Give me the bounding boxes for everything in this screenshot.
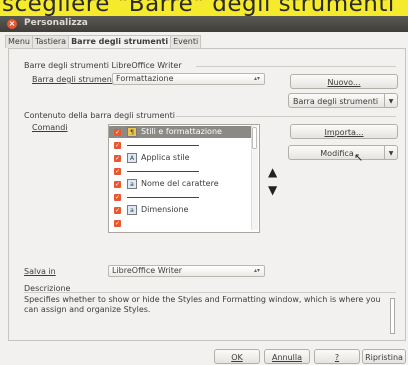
checkbox-checked-icon[interactable]: ✓ xyxy=(114,194,121,201)
list-item[interactable]: ✓ a Dimensione xyxy=(109,204,252,216)
font-size-icon: a xyxy=(127,205,137,215)
banner-text: scegliere "Barre" degli strumenti xyxy=(2,0,395,16)
spin-arrows-icon: ▴▾ xyxy=(253,267,260,274)
list-item-label: Applica stile xyxy=(141,153,190,162)
apply-style-icon: A xyxy=(127,153,137,163)
list-item-separator[interactable]: ✓ xyxy=(109,139,252,151)
checkbox-checked-icon[interactable]: ✓ xyxy=(114,142,121,149)
list-item-label: Nome del carattere xyxy=(141,179,219,188)
tab-events[interactable]: Eventi xyxy=(170,35,202,48)
list-item[interactable]: ✓ ¶ Stili e formattazione xyxy=(109,126,252,138)
tutorial-caption-banner: scegliere "Barre" degli strumenti xyxy=(0,0,408,16)
new-button[interactable]: Nuovo... xyxy=(290,74,398,89)
toolbar-select-value: Formattazione xyxy=(116,74,174,83)
mouse-pointer-icon: ↖ xyxy=(354,151,364,164)
chevron-down-icon: ▼ xyxy=(384,146,397,159)
save-in-select[interactable]: LibreOffice Writer ▴▾ xyxy=(108,265,265,277)
divider xyxy=(176,116,396,117)
spin-arrows-icon: ▴▾ xyxy=(253,75,260,82)
tab-strip: Menu Tastiera Barre degli strumenti Eventi xyxy=(5,35,202,48)
modify-button[interactable]: Modifica ▼ xyxy=(288,145,398,160)
list-item[interactable]: ✓ A Applica stile xyxy=(109,152,252,164)
move-down-icon[interactable]: ▼ xyxy=(268,184,280,196)
commands-label: Comandi xyxy=(32,123,68,132)
checkbox-checked-icon[interactable]: ✓ xyxy=(114,207,121,214)
list-item[interactable]: ✓ a Nome del carattere xyxy=(109,178,252,190)
help-button-label: ? xyxy=(334,353,340,362)
ok-button[interactable]: OK xyxy=(214,349,260,364)
toolbar-menu-label: Barra degli strumenti xyxy=(293,97,379,106)
commands-scrollbar[interactable] xyxy=(251,125,258,230)
separator-line xyxy=(127,171,199,172)
reset-button-label: Ripristina xyxy=(365,353,403,362)
import-button[interactable]: Importa... xyxy=(290,124,398,139)
ok-button-label: OK xyxy=(231,353,243,362)
help-button[interactable]: ? xyxy=(314,349,360,364)
list-item-separator[interactable]: ✓ xyxy=(109,165,252,177)
list-item-separator[interactable]: ✓ xyxy=(109,217,252,229)
list-item-label: Dimensione xyxy=(141,205,189,214)
commands-list[interactable]: ✓ ¶ Stili e formattazione ✓ ✓ A Applica … xyxy=(108,124,260,233)
checkbox-checked-icon[interactable]: ✓ xyxy=(114,181,121,188)
toolbar-label: Barra degli strumenti xyxy=(32,75,118,84)
chevron-down-icon: ▼ xyxy=(384,94,397,107)
reset-button[interactable]: Ripristina xyxy=(362,349,406,364)
list-item-separator[interactable]: ✓ xyxy=(109,191,252,203)
import-button-label: Importa... xyxy=(324,128,364,137)
toolbar-menu-button[interactable]: Barra degli strumenti ▼ xyxy=(288,93,398,108)
cancel-button-label: Annulla xyxy=(271,353,303,362)
checkbox-checked-icon[interactable]: ✓ xyxy=(114,155,121,162)
font-name-icon: a xyxy=(127,179,137,189)
modify-button-label: Modifica xyxy=(320,149,354,158)
window-title: Personalizza xyxy=(24,18,88,28)
move-up-icon[interactable]: ▲ xyxy=(268,166,280,178)
scrollbar-thumb[interactable] xyxy=(252,127,257,149)
checkbox-checked-icon[interactable]: ✓ xyxy=(114,129,121,136)
content-section-title: Contenuto della barra degli strumenti xyxy=(24,111,175,120)
new-button-label: Nuovo... xyxy=(327,78,361,87)
description-text: Specifies whether to show or hide the St… xyxy=(24,295,381,314)
cancel-button[interactable]: Annulla xyxy=(264,349,310,364)
tab-keyboard[interactable]: Tastiera xyxy=(31,35,70,48)
list-item-label: Stili e formattazione xyxy=(141,127,222,136)
tab-toolbars[interactable]: Barre degli strumenti xyxy=(68,35,172,48)
save-in-label: Salva in xyxy=(24,267,56,276)
divider xyxy=(196,66,396,67)
toolbar-select[interactable]: Formattazione ▴▾ xyxy=(112,73,265,85)
checkbox-checked-icon[interactable]: ✓ xyxy=(114,220,121,227)
close-icon[interactable]: × xyxy=(7,19,17,29)
divider xyxy=(24,292,396,293)
checkbox-checked-icon[interactable]: ✓ xyxy=(114,168,121,175)
tab-menu[interactable]: Menu xyxy=(5,35,33,48)
toolbars-section-title: Barre degli strumenti LibreOffice Writer xyxy=(24,61,182,70)
window-titlebar: × Personalizza xyxy=(0,16,408,32)
separator-line xyxy=(127,145,199,146)
separator-line xyxy=(127,197,199,198)
save-in-value: LibreOffice Writer xyxy=(112,266,183,275)
styles-icon: ¶ xyxy=(127,127,137,137)
description-scrollbar[interactable] xyxy=(390,298,395,334)
